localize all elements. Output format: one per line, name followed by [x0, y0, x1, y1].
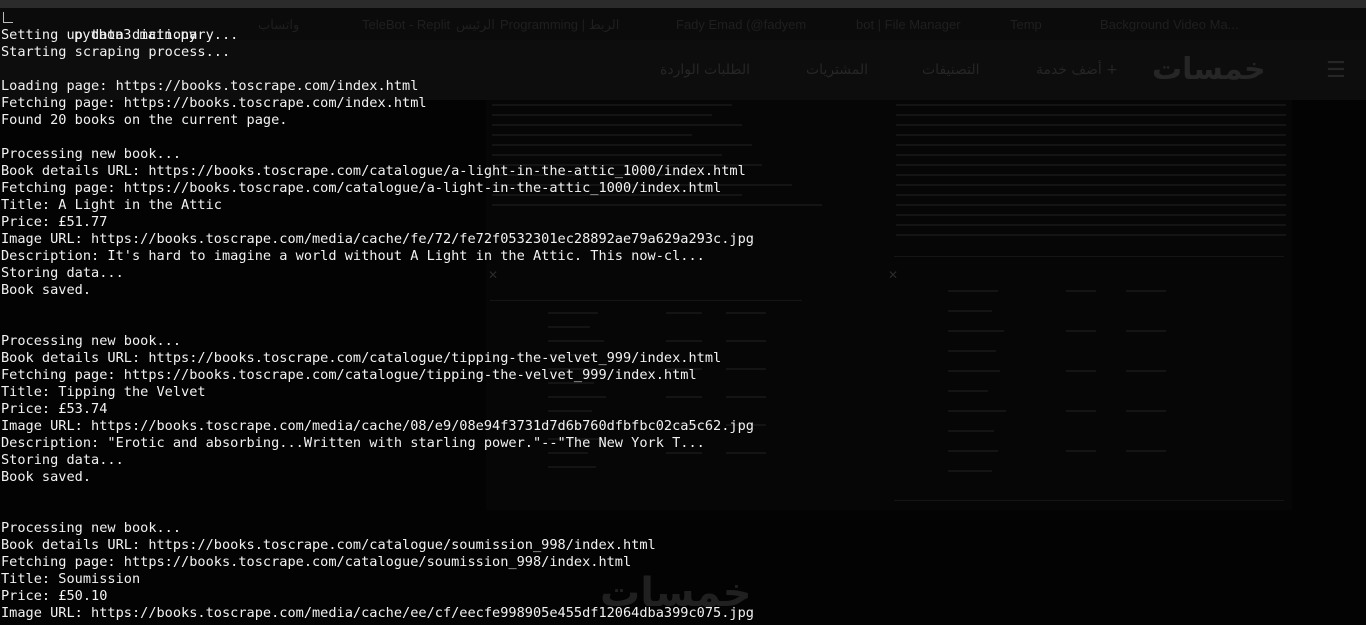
terminal-line: Fetching page: https://books.toscrape.co…	[1, 180, 722, 196]
terminal-line: Processing new book...	[1, 333, 182, 349]
terminal-line: Fetching page: https://books.toscrape.co…	[1, 95, 427, 111]
terminal-line: Book details URL: https://books.toscrape…	[1, 163, 746, 179]
terminal-line: Title: Tipping the Velvet	[1, 384, 206, 400]
terminal-line: Fetching page: https://books.toscrape.co…	[1, 367, 697, 383]
terminal-line: Found 20 books on the current page.	[1, 112, 288, 128]
terminal-line: Book saved.	[1, 282, 92, 298]
terminal-line: Description: "Erotic and absorbing...Wri…	[1, 435, 705, 451]
prompt-line: python3 main.py	[0, 10, 1366, 43]
terminal-line: Book details URL: https://books.toscrape…	[1, 537, 656, 553]
terminal-line: Price: £51.77	[1, 214, 108, 230]
terminal-line: Loading page: https://books.toscrape.com…	[1, 78, 419, 94]
screen: واتساب TeleBot - Replit الرئيس Programmi…	[0, 0, 1366, 625]
terminal-line: Image URL: https://books.toscrape.com/me…	[1, 605, 754, 621]
terminal-line: Setting up data dictionary...	[1, 27, 239, 43]
terminal-line: Processing new book...	[1, 146, 182, 162]
terminal-line: Image URL: https://books.toscrape.com/me…	[1, 418, 754, 434]
terminal-line: Image URL: https://books.toscrape.com/me…	[1, 231, 754, 247]
terminal-line: Processing new book...	[1, 520, 182, 536]
terminal-output: python3 main.py Setting up data dictiona…	[0, 10, 1366, 625]
terminal-line: Book details URL: https://books.toscrape…	[1, 350, 722, 366]
terminal-line: Book saved.	[1, 469, 92, 485]
terminal-line: Starting scraping process...	[1, 44, 231, 60]
terminal-line: Description: It's hard to imagine a worl…	[1, 248, 705, 264]
terminal-line: Storing data...	[1, 452, 124, 468]
terminal-line: Title: Soumission	[1, 571, 141, 587]
terminal-line: Fetching page: https://books.toscrape.co…	[1, 554, 632, 570]
terminal-line: Price: £53.74	[1, 401, 108, 417]
prompt-corner-icon	[3, 12, 13, 23]
terminal-line: Storing data...	[1, 265, 124, 281]
output-lines: Setting up data dictionary... Starting sc…	[0, 27, 1366, 622]
terminal-line: Title: A Light in the Attic	[1, 197, 222, 213]
terminal-line: Price: £50.10	[1, 588, 108, 604]
window-top-border	[0, 0, 1366, 8]
